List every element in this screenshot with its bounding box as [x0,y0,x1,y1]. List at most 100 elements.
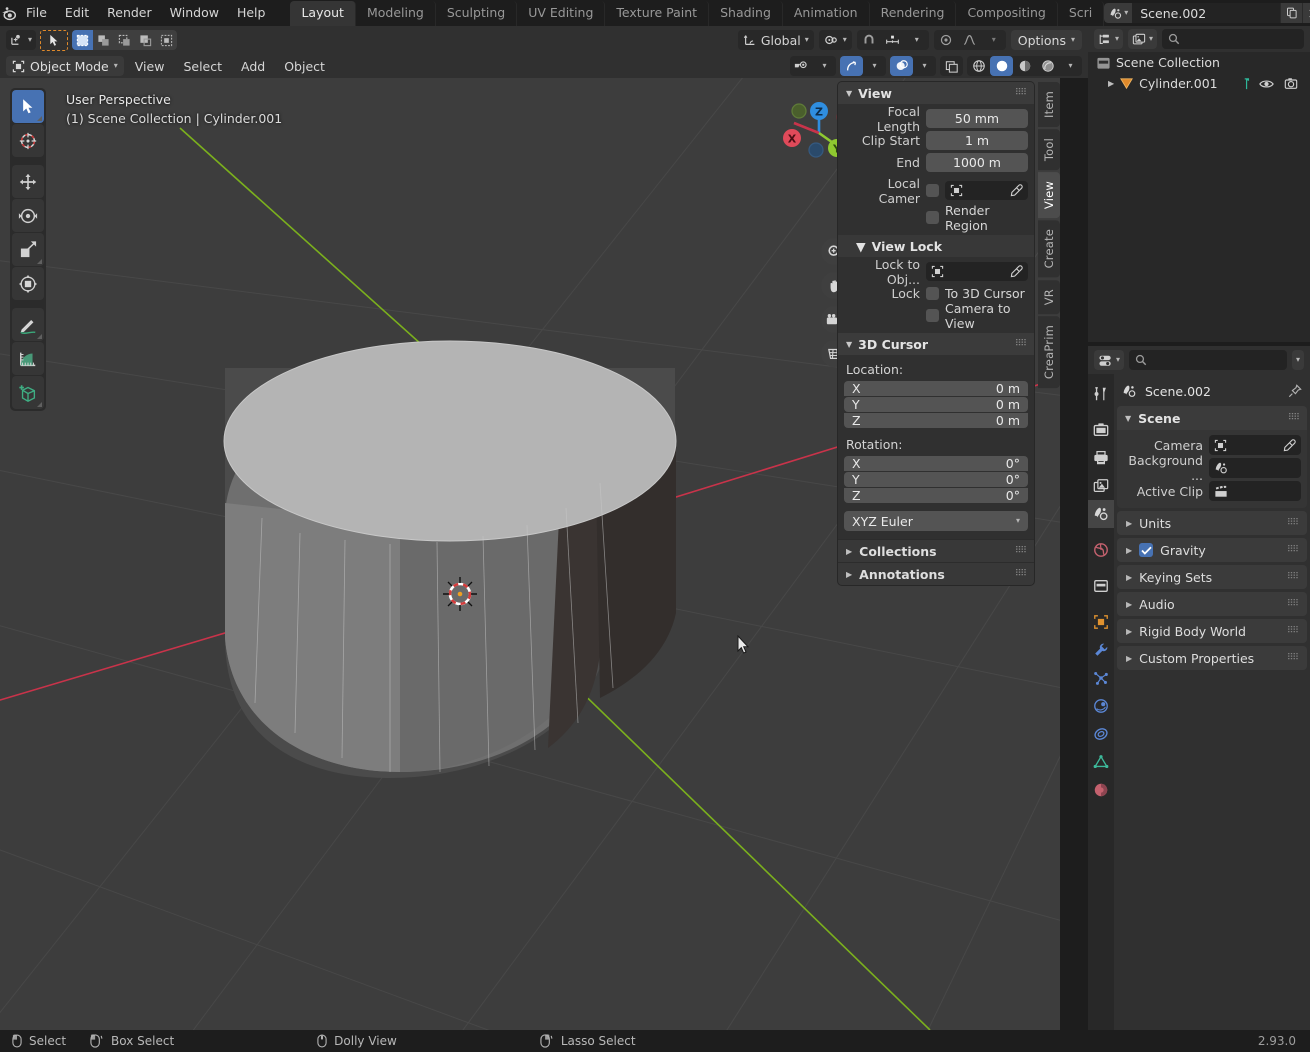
viewport-menu-object[interactable]: Object [276,57,333,76]
tool-rotate[interactable] [12,199,44,232]
sidebar-tab-creaprim[interactable]: CreaPrim [1038,315,1060,388]
shading-wireframe-icon[interactable] [967,56,990,76]
outliner-row-scene-collection[interactable]: Scene Collection [1088,52,1310,73]
outliner-display-mode-icon[interactable]: ▾ [1094,29,1124,49]
properties-tab-modifier[interactable] [1088,636,1114,664]
scene-background-field[interactable] [1209,458,1301,478]
lock-to-3d-cursor-checkbox[interactable] [926,287,939,300]
tool-transform[interactable] [12,267,44,300]
overlays-chevron[interactable]: ▾ [913,56,936,76]
eyedropper-icon[interactable] [1010,265,1023,278]
view-panel-header[interactable]: ▼ View ⠿⠿ [838,82,1034,104]
editor-type-icon[interactable]: ▾ [6,30,37,50]
lock-to-object-field[interactable] [926,262,1028,281]
menu-edit[interactable]: Edit [56,3,98,23]
options-button[interactable]: Options ▾ [1010,30,1082,50]
drag-dots-icon[interactable]: ⠿⠿ [1015,546,1027,556]
scene-icon[interactable]: ▾ [1104,3,1133,23]
workspace-tab-sculpting[interactable]: Sculpting [436,1,518,26]
scene-remove-button[interactable] [1302,3,1310,23]
view-lock-panel-header[interactable]: ▼ View Lock [838,235,1034,257]
properties-tab-material[interactable] [1088,776,1114,804]
visibility-icon[interactable] [790,56,813,76]
rigid-body-world-panel-header[interactable]: ▶ Rigid Body World ⠿⠿ [1117,619,1307,643]
scene-selector[interactable]: ▾ Scene.002 [1104,3,1310,23]
drag-dots-icon[interactable]: ⠿⠿ [1287,545,1299,555]
gizmo-chevron[interactable]: ▾ [863,56,886,76]
3d-viewport[interactable]: User Perspective (1) Scene Collection | … [0,78,1060,1030]
scene-new-button[interactable] [1280,3,1303,23]
scene-name-field[interactable]: Scene.002 [1132,3,1281,23]
workspace-tab-animation[interactable]: Animation [783,1,870,26]
properties-tab-tool[interactable] [1088,380,1114,408]
drag-dots-icon[interactable]: ⠿⠿ [1015,569,1027,579]
tweak-cursor-tool-indicator[interactable] [40,29,69,51]
blender-logo-icon[interactable] [0,0,17,26]
render-region-checkbox[interactable] [926,211,939,224]
properties-tab-collection[interactable] [1088,572,1114,600]
select-box-icon[interactable] [72,30,94,50]
viewport-menu-view[interactable]: View [127,57,173,76]
cursor-rotation-y[interactable]: Y 0° [844,472,1028,487]
properties-tab-object[interactable] [1088,608,1114,636]
shading-rendered-icon[interactable] [1036,56,1059,76]
tool-annotate[interactable] [12,308,44,341]
menu-render[interactable]: Render [98,3,161,23]
transform-orientation-selector[interactable]: Global ▾ [737,30,814,50]
drag-dots-icon[interactable]: ⠿⠿ [1015,88,1027,98]
clip-start-field[interactable]: 1 m [926,131,1028,150]
properties-editor-type-icon[interactable]: ▾ [1094,350,1125,370]
workspace-tab-uv-editing[interactable]: UV Editing [517,1,606,26]
drag-dots-icon[interactable]: ⠿⠿ [1288,413,1300,423]
interaction-mode-selector[interactable]: Object Mode ▾ [6,56,124,76]
rotation-mode-dropdown[interactable]: XYZ Euler ▾ [844,511,1028,531]
properties-search-input[interactable] [1129,350,1287,370]
local-camera-field[interactable] [945,181,1028,200]
drag-dots-icon[interactable]: ⠿⠿ [1287,518,1299,528]
gizmo-icon[interactable] [840,56,863,76]
properties-tab-physics[interactable] [1088,692,1114,720]
custom-properties-panel-header[interactable]: ▶ Custom Properties ⠿⠿ [1117,646,1307,670]
properties-tab-render[interactable] [1088,416,1114,444]
tool-add-cube[interactable] [12,376,44,409]
snap-increment-icon[interactable] [881,30,905,50]
workspace-tab-texture-paint[interactable]: Texture Paint [605,1,710,26]
select-extend-icon[interactable] [93,30,115,50]
audio-panel-header[interactable]: ▶ Audio ⠿⠿ [1117,592,1307,616]
workspace-tab-shading[interactable]: Shading [709,1,783,26]
focal-length-field[interactable]: 50 mm [926,109,1028,128]
properties-tab-constraints[interactable] [1088,720,1114,748]
clip-end-field[interactable]: 1000 m [926,153,1028,172]
scene-active-clip-field[interactable] [1209,481,1301,501]
outliner-search-input[interactable] [1162,29,1304,49]
drag-dots-icon[interactable]: ⠿⠿ [1287,626,1299,636]
shading-material-preview-icon[interactable] [1013,56,1036,76]
drag-dots-icon[interactable]: ⠿⠿ [1287,599,1299,609]
pivot-point-selector[interactable]: ▾ [818,30,852,50]
viewport-menu-add[interactable]: Add [233,57,273,76]
properties-tab-view-layer[interactable] [1088,472,1114,500]
chevron-right-icon[interactable]: ▶ [1108,79,1114,88]
drag-dots-icon[interactable]: ⠿⠿ [1287,572,1299,582]
tool-move[interactable] [12,165,44,198]
local-camera-checkbox[interactable] [926,184,939,197]
cursor-rotation-z[interactable]: Z 0° [844,488,1028,503]
properties-filter-chevron[interactable]: ▾ [1291,350,1304,370]
properties-tab-world[interactable] [1088,536,1114,564]
snapping-options-chevron[interactable]: ▾ [905,30,929,50]
workspace-tab-compositing[interactable]: Compositing [956,1,1058,26]
lock-camera-to-view-checkbox[interactable] [926,309,939,322]
select-subtract-icon[interactable] [114,30,136,50]
xray-icon[interactable] [940,56,963,76]
camera-icon[interactable] [1284,77,1298,90]
keying-sets-panel-header[interactable]: ▶ Keying Sets ⠿⠿ [1117,565,1307,589]
units-panel-header[interactable]: ▶ Units ⠿⠿ [1117,511,1307,535]
cursor-panel-header[interactable]: ▼ 3D Cursor ⠿⠿ [838,333,1034,355]
falloff-curve-icon[interactable] [958,30,982,50]
select-intersect-icon[interactable] [156,30,178,50]
scene-panel-header[interactable]: ▼ Scene ⠿⠿ [1117,406,1307,430]
tool-cursor[interactable] [12,124,44,157]
sidebar-tab-item[interactable]: Item [1038,82,1060,127]
properties-tab-particles[interactable] [1088,664,1114,692]
workspace-tab-scripting[interactable]: Scri [1058,1,1105,26]
